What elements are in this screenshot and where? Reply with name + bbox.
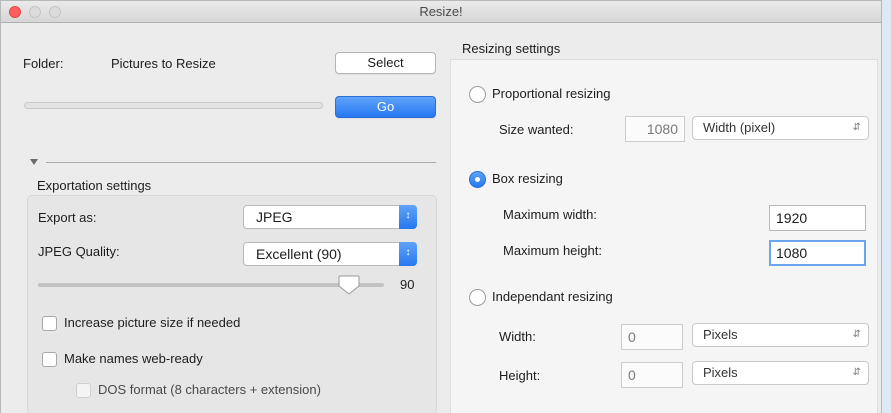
jpeg-quality-value: Excellent (90) (256, 246, 342, 262)
quality-slider-track[interactable] (38, 283, 384, 287)
chevron-updown-icon: ↕ (399, 242, 417, 266)
go-button[interactable]: Go (335, 96, 436, 118)
width-unit-value: Pixels (703, 327, 738, 342)
export-format-value: JPEG (256, 209, 293, 225)
disclosure-triangle-icon[interactable] (30, 159, 38, 165)
web-ready-checkbox[interactable] (42, 352, 57, 367)
width-unit-select[interactable]: Pixels ⇵ (692, 323, 869, 347)
folder-label: Folder: (23, 56, 64, 71)
progress-bar (24, 102, 323, 109)
width-field[interactable]: 0 (621, 324, 683, 350)
proportional-radio[interactable] (469, 86, 486, 103)
web-ready-label: Make names web-ready (64, 351, 203, 366)
chevron-updown-icon: ⇵ (852, 122, 861, 133)
quality-slider-knob[interactable] (338, 275, 360, 295)
independent-radio[interactable] (469, 289, 486, 306)
height-unit-value: Pixels (703, 365, 738, 380)
size-wanted-field[interactable]: 1080 (625, 116, 685, 142)
section-divider (46, 162, 436, 163)
dos-format-label: DOS format (8 characters + extension) (98, 382, 321, 397)
jpeg-quality-popup[interactable]: Excellent (90) ↕ (243, 242, 417, 266)
export-as-label: Export as: (38, 210, 97, 225)
title-bar: Resize! (1, 1, 881, 23)
max-width-field[interactable]: 1920 (769, 205, 866, 231)
resizing-settings-panel: Proportional resizing Size wanted: 1080 … (450, 59, 878, 413)
folder-name: Pictures to Resize (111, 56, 216, 71)
width-label: Width: (499, 329, 536, 344)
dos-format-checkbox[interactable] (76, 383, 91, 398)
height-unit-select[interactable]: Pixels ⇵ (692, 361, 869, 385)
height-field[interactable]: 0 (621, 362, 683, 388)
proportional-label: Proportional resizing (492, 86, 611, 101)
jpeg-quality-label: JPEG Quality: (38, 244, 120, 259)
exportation-settings-title: Exportation settings (37, 178, 152, 193)
quality-slider-value: 90 (400, 277, 415, 292)
max-height-field[interactable]: 1080 (769, 240, 866, 266)
chevron-updown-icon: ⇵ (852, 367, 861, 378)
resizing-settings-title: Resizing settings (462, 41, 561, 56)
independent-label: Independant resizing (492, 289, 613, 304)
box-resizing-label: Box resizing (492, 171, 563, 186)
box-resizing-radio[interactable] (469, 171, 486, 188)
increase-size-checkbox[interactable] (42, 316, 57, 331)
select-button[interactable]: Select (335, 52, 436, 74)
export-format-popup[interactable]: JPEG ↕ (243, 205, 417, 229)
chevron-updown-icon: ↕ (399, 205, 417, 229)
window-title: Resize! (419, 4, 463, 19)
chevron-updown-icon: ⇵ (852, 329, 861, 340)
resize-window: Resize! Folder: Pictures to Resize Selec… (0, 0, 882, 413)
increase-size-label: Increase picture size if needed (64, 315, 241, 330)
max-height-label: Maximum height: (503, 243, 602, 258)
size-wanted-label: Size wanted: (499, 122, 574, 137)
height-label: Height: (499, 368, 541, 383)
exportation-settings-group: Export as: JPEG ↕ JPEG Quality: Excellen… (27, 195, 437, 413)
dimension-select[interactable]: Width (pixel) ⇵ (692, 116, 869, 140)
max-width-label: Maximum width: (503, 207, 597, 222)
dimension-value: Width (pixel) (703, 120, 776, 135)
